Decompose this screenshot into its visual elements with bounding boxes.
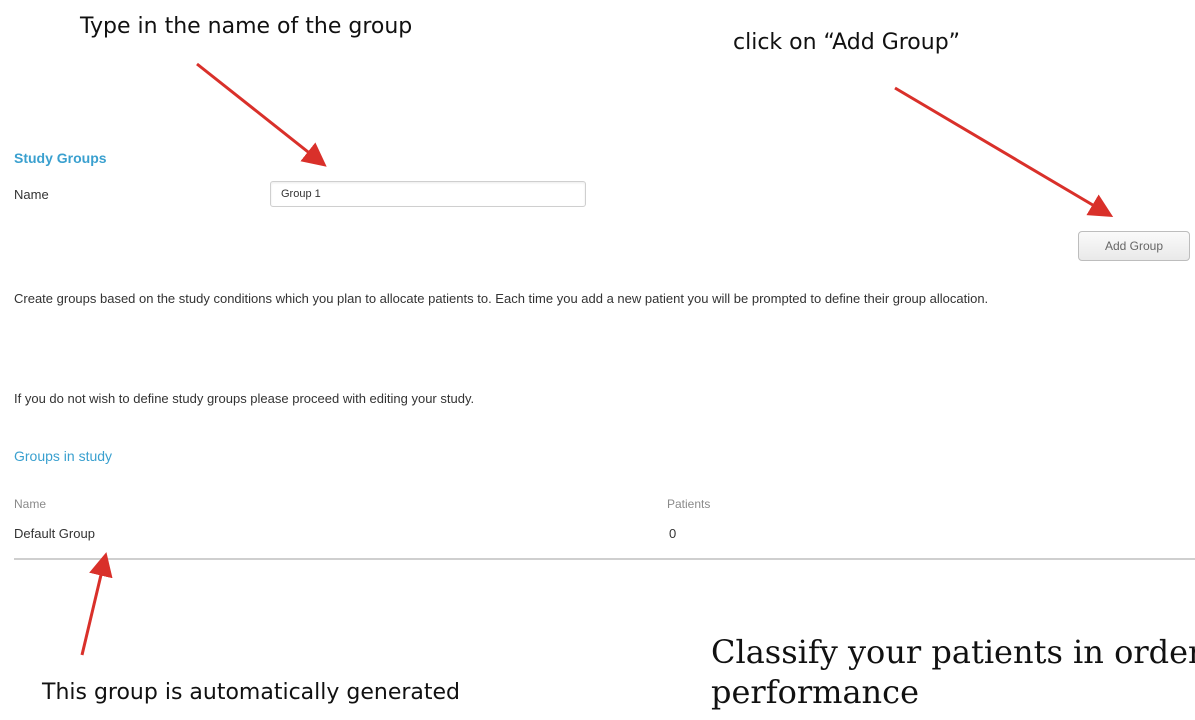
annotation-arrows [80, 62, 1114, 656]
arrow-to-name-input [196, 62, 327, 167]
arrow-to-default-group [80, 552, 113, 656]
arrow-to-add-group-button [894, 86, 1114, 218]
